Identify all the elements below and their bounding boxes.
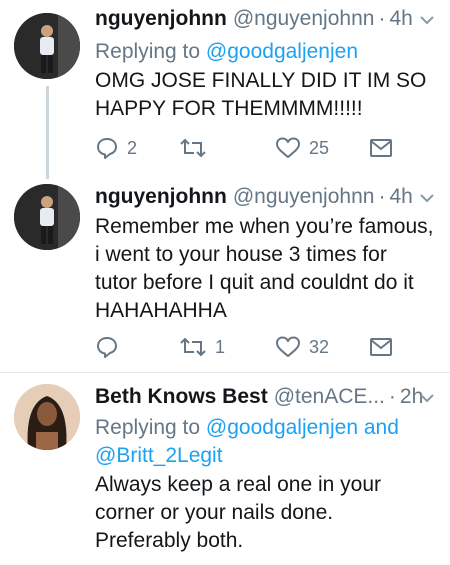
- separator: ·: [388, 385, 396, 408]
- like-button[interactable]: 32: [275, 333, 329, 361]
- mention-link[interactable]: @goodgaljenjen: [206, 40, 358, 63]
- tweet-text: OMG JOSE FINALLY DID IT IM SO HAPPY FOR …: [95, 67, 440, 123]
- avatar[interactable]: [14, 184, 80, 250]
- like-count: 25: [309, 137, 330, 158]
- tweet-text-line: HAHAHAHHA: [95, 299, 227, 322]
- envelope-icon: [370, 338, 392, 356]
- separator: ·: [378, 7, 386, 30]
- display-name[interactable]: Beth Knows Best: [95, 385, 268, 409]
- like-button[interactable]: 25: [275, 134, 329, 162]
- reply-icon: [97, 337, 117, 358]
- display-name[interactable]: nguyenjohnn: [95, 7, 227, 31]
- tweet-actions: 1 32: [95, 333, 405, 361]
- tweet-text: Always keep a real one in your corner or…: [95, 471, 440, 555]
- tweet-text-line: Always keep a real one in your: [95, 473, 381, 496]
- replying-to: Replying to @goodgaljenjen and: [95, 414, 399, 441]
- reply-count: 2: [127, 137, 138, 158]
- tweet-text-line: OMG JOSE FINALLY DID IT IM SO: [95, 69, 427, 92]
- retweet-count: 1: [215, 336, 226, 357]
- tweet-header: nguyenjohnn @nguyenjohnn · 4h: [95, 6, 413, 32]
- envelope-icon: [370, 139, 392, 157]
- timestamp[interactable]: 4h: [389, 7, 412, 31]
- replying-to-continued: @Britt_2Legit: [95, 442, 223, 469]
- tweet-header: nguyenjohnn @nguyenjohnn · 4h: [95, 184, 413, 210]
- divider: [0, 372, 450, 373]
- heart-icon: [276, 336, 300, 357]
- message-button[interactable]: [369, 333, 393, 361]
- timestamp[interactable]: 4h: [389, 185, 412, 209]
- retweet-button[interactable]: 1: [179, 333, 225, 361]
- replying-to: Replying to @goodgaljenjen: [95, 38, 358, 65]
- reply-button[interactable]: [95, 333, 127, 361]
- avatar[interactable]: [14, 384, 80, 450]
- chevron-down-icon[interactable]: [418, 14, 436, 26]
- replying-prefix: Replying to: [95, 40, 201, 63]
- message-button[interactable]: [369, 134, 393, 162]
- tweet-text-line: i went to your house 3 times for: [95, 243, 387, 266]
- retweet-icon: [180, 138, 206, 158]
- tweet-text-line: Remember me when you’re famous,: [95, 215, 434, 238]
- heart-icon: [276, 137, 300, 158]
- tweet-text-line: corner or your nails done.: [95, 501, 334, 524]
- replying-prefix: Replying to: [95, 416, 201, 439]
- separator: ·: [378, 185, 386, 208]
- mention-link[interactable]: @Britt_2Legit: [95, 444, 223, 467]
- thread-connector: [46, 86, 49, 179]
- display-name[interactable]: nguyenjohnn: [95, 185, 227, 209]
- tweet-text-line: tutor before I quit and couldnt do it: [95, 271, 414, 294]
- retweet-icon: [180, 337, 206, 357]
- user-handle[interactable]: @nguyenjohnn: [233, 185, 375, 209]
- chevron-down-icon[interactable]: [418, 392, 436, 404]
- tweet-actions: 2 25: [95, 134, 405, 162]
- tweet-text: Remember me when you’re famous, i went t…: [95, 213, 440, 325]
- reply-icon: [97, 138, 117, 159]
- tweet-text-line: Preferably both.: [95, 529, 244, 552]
- like-count: 32: [309, 336, 330, 357]
- retweet-button[interactable]: [179, 134, 215, 162]
- user-handle[interactable]: @tenACE...: [274, 385, 385, 409]
- avatar[interactable]: [14, 13, 80, 79]
- mention-link[interactable]: @goodgaljenjen and: [206, 416, 399, 439]
- tweet-header: Beth Knows Best @tenACE... · 2h: [95, 384, 423, 410]
- user-handle[interactable]: @nguyenjohnn: [233, 7, 375, 31]
- chevron-down-icon[interactable]: [418, 192, 436, 204]
- reply-button[interactable]: 2: [95, 134, 137, 162]
- tweet-text-line: HAPPY FOR THEMMMM!!!!!: [95, 97, 363, 120]
